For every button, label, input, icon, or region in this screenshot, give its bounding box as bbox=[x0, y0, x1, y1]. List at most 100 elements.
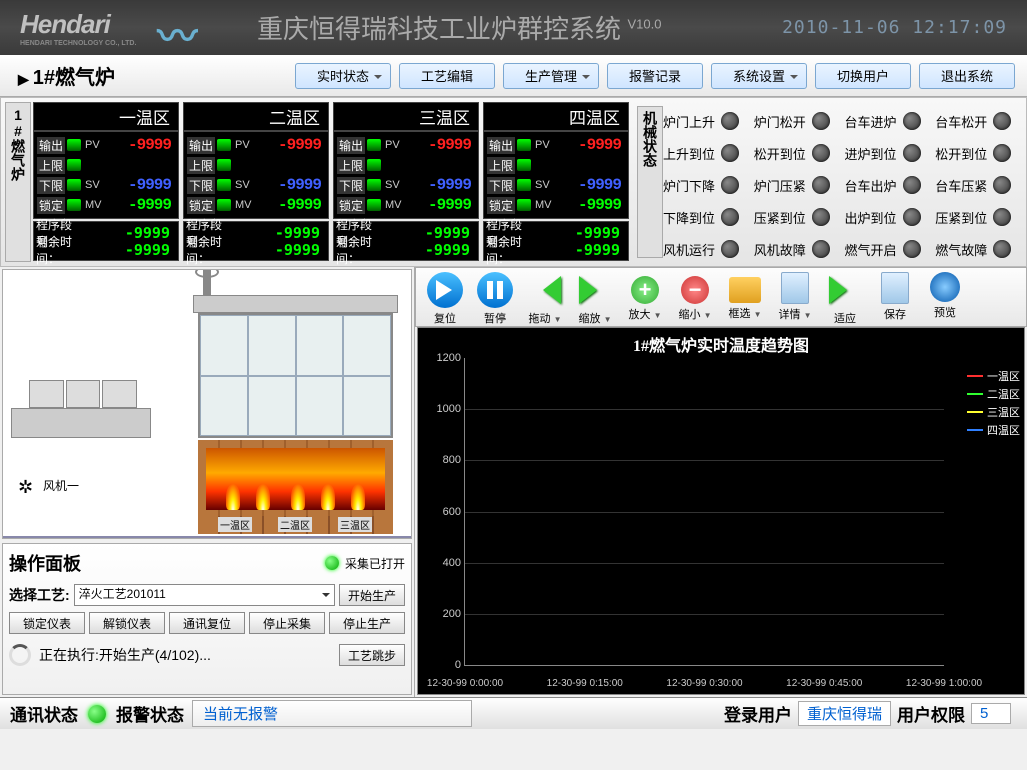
collect-status-text: 采集已打开 bbox=[345, 555, 405, 572]
led-icon bbox=[517, 139, 531, 151]
zone-3-row-1: 上限 bbox=[487, 155, 625, 175]
perm-label: 用户权限 bbox=[897, 701, 965, 726]
pause-icon bbox=[477, 272, 513, 308]
mech-9: 炉门压紧 bbox=[754, 170, 835, 200]
perm-value: 5 bbox=[971, 703, 1011, 724]
menu-3[interactable]: 报警记录 bbox=[607, 63, 703, 89]
cp-btn-3[interactable]: 停止采集 bbox=[249, 612, 325, 634]
zone-2-row-1: 上限 bbox=[337, 155, 475, 175]
legend-swatch-icon bbox=[967, 393, 983, 395]
mech-18: 燃气开启 bbox=[845, 234, 926, 264]
menu-4[interactable]: 系统设置 bbox=[711, 63, 807, 89]
tb-放大[interactable]: 放大 ▼ bbox=[620, 270, 670, 324]
process-select-label: 选择工艺: bbox=[9, 585, 70, 605]
status-dot-icon bbox=[993, 112, 1011, 130]
tb-详情[interactable]: 详情 ▼ bbox=[770, 270, 820, 324]
led-icon bbox=[367, 179, 381, 191]
menu-5[interactable]: 切换用户 bbox=[815, 63, 911, 89]
mech-13: 压紧到位 bbox=[754, 202, 835, 232]
status-dot-icon bbox=[721, 112, 739, 130]
status-dot-icon bbox=[903, 112, 921, 130]
plus-icon bbox=[631, 276, 659, 304]
legend-swatch-icon bbox=[967, 429, 983, 431]
mech-side-label: 机械状态 bbox=[637, 106, 663, 258]
diagram-zone2-label: 二温区 bbox=[278, 517, 312, 532]
zone-2-row-0: 输出PV-9999 bbox=[337, 135, 475, 155]
led-icon bbox=[67, 159, 81, 171]
y-tick: 200 bbox=[425, 608, 461, 620]
process-jump-button[interactable]: 工艺跳步 bbox=[339, 644, 405, 666]
furnace-diagram: 一温区 二温区 三温区 ✲ 风机一 bbox=[2, 269, 412, 539]
led-icon bbox=[67, 199, 81, 211]
chart-area[interactable]: 1#燃气炉实时温度趋势图 02004006008001000120012-30-… bbox=[417, 327, 1025, 695]
status-dot-icon bbox=[812, 208, 830, 226]
mech-1: 炉门松开 bbox=[754, 106, 835, 136]
mech-11: 台车压紧 bbox=[935, 170, 1016, 200]
status-dot-icon bbox=[812, 112, 830, 130]
mech-16: 风机运行 bbox=[663, 234, 744, 264]
alarm-status-label: 报警状态 bbox=[116, 701, 184, 726]
y-tick: 1200 bbox=[425, 352, 461, 364]
status-dot-icon bbox=[812, 240, 830, 258]
mech-7: 松开到位 bbox=[935, 138, 1016, 168]
status-dot-icon bbox=[903, 176, 921, 194]
led-icon bbox=[367, 199, 381, 211]
menu-0[interactable]: 实时状态 bbox=[295, 63, 391, 89]
comm-status-label: 通讯状态 bbox=[10, 701, 78, 726]
tb-预览[interactable]: 预览 bbox=[920, 270, 970, 322]
chart-plot[interactable]: 02004006008001000120012-30-99 0:00:0012-… bbox=[464, 358, 944, 666]
mech-12: 下降到位 bbox=[663, 202, 744, 232]
menu-2[interactable]: 生产管理 bbox=[503, 63, 599, 89]
zone-1-head: 二温区 bbox=[183, 102, 329, 131]
status-dot-icon bbox=[812, 144, 830, 162]
menu-6[interactable]: 退出系统 bbox=[919, 63, 1015, 89]
tb-缩放[interactable]: 缩放 ▼ bbox=[570, 270, 620, 327]
start-production-button[interactable]: 开始生产 bbox=[339, 584, 405, 606]
cp-btn-1[interactable]: 解锁仪表 bbox=[89, 612, 165, 634]
tb-复位[interactable]: 复位 bbox=[420, 270, 470, 327]
doc-icon bbox=[881, 272, 909, 304]
logo: Hendari 〰 HENDARI TECHNOLOGY CO., LTD. bbox=[20, 9, 136, 47]
tb-暂停[interactable]: 暂停 bbox=[470, 270, 520, 327]
legend-item: 三温区 bbox=[967, 404, 1020, 420]
fan-label: 风机一 bbox=[43, 477, 79, 494]
led-icon bbox=[67, 179, 81, 191]
zone-3-foot-1: 剩余时间：-9999 bbox=[486, 241, 626, 258]
x-tick: 12-30-99 1:00:00 bbox=[906, 678, 982, 689]
cp-btn-4[interactable]: 停止生产 bbox=[329, 612, 405, 634]
zone-0-row-0: 输出PV-9999 bbox=[37, 135, 175, 155]
tb-缩小[interactable]: 缩小 ▼ bbox=[670, 270, 720, 324]
zone-1-row-0: 输出PV-9999 bbox=[187, 135, 325, 155]
comm-led-icon bbox=[88, 705, 106, 723]
chart-legend: 一温区二温区三温区四温区 bbox=[967, 366, 1020, 440]
zone-2-foot-1: 剩余时间：-9999 bbox=[336, 241, 476, 258]
logo-text: Hendari bbox=[20, 9, 110, 39]
led-icon bbox=[217, 159, 231, 171]
status-dot-icon bbox=[993, 240, 1011, 258]
furnace-side-label: 1#燃气炉 bbox=[5, 102, 31, 262]
mech-0: 炉门上升 bbox=[663, 106, 744, 136]
play-icon bbox=[427, 272, 463, 308]
tb-拖动[interactable]: 拖动 ▼ bbox=[520, 270, 570, 327]
menu-1[interactable]: 工艺编辑 bbox=[399, 63, 495, 89]
chart-title: 1#燃气炉实时温度趋势图 bbox=[418, 328, 1024, 360]
minus-icon bbox=[681, 276, 709, 304]
zone-3: 四温区 输出PV-9999上限下限SV-9999锁定MV-9999 程序段号：-… bbox=[483, 102, 629, 262]
zone-0-row-2: 下限SV-9999 bbox=[37, 175, 175, 195]
user-value: 重庆恒得瑞 bbox=[798, 701, 891, 726]
cp-btn-2[interactable]: 通讯复位 bbox=[169, 612, 245, 634]
led-icon bbox=[517, 179, 531, 191]
cp-btn-0[interactable]: 锁定仪表 bbox=[9, 612, 85, 634]
mech-14: 出炉到位 bbox=[845, 202, 926, 232]
tb-框选[interactable]: 框选 ▼ bbox=[720, 270, 770, 323]
process-select-value: 淬火工艺201011 bbox=[79, 587, 166, 601]
tb-保存[interactable]: 保存 bbox=[870, 270, 920, 324]
control-panel-title: 操作面板 bbox=[9, 550, 325, 576]
process-select[interactable]: 淬火工艺201011 bbox=[74, 584, 335, 606]
led-icon bbox=[517, 159, 531, 171]
tb-适应[interactable]: 适应 bbox=[820, 270, 870, 327]
led-icon bbox=[367, 139, 381, 151]
x-tick: 12-30-99 0:30:00 bbox=[666, 678, 742, 689]
zone-3-row-0: 输出PV-9999 bbox=[487, 135, 625, 155]
exec-status-text: 正在执行:开始生产(4/102)... bbox=[39, 645, 335, 665]
